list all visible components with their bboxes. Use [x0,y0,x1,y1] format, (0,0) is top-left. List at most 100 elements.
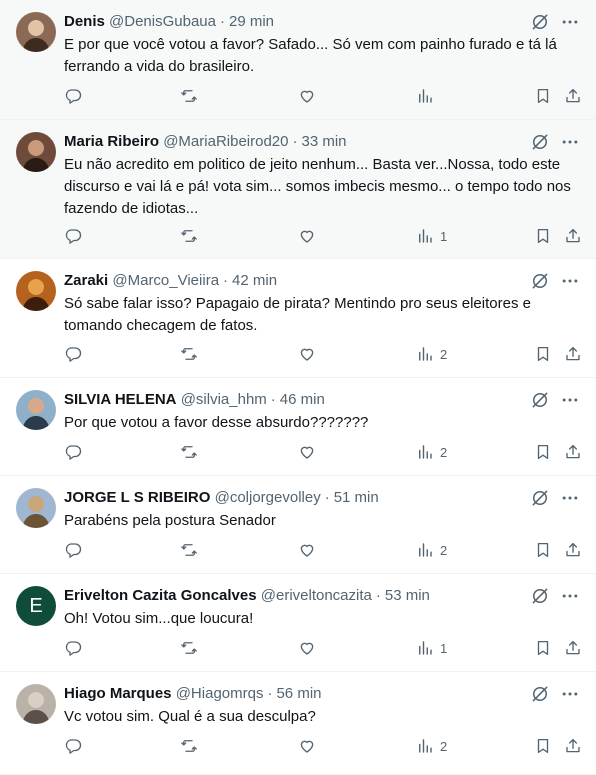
more-icon[interactable] [560,271,580,291]
author-name[interactable]: JORGE L S RIBEIRO [64,489,210,506]
timestamp[interactable]: 51 min [334,489,379,506]
reply-button[interactable] [64,226,82,246]
author-name[interactable]: Maria Ribeiro [64,133,159,150]
more-icon[interactable] [560,12,580,32]
bookmark-icon [534,345,552,363]
like-button[interactable] [298,540,316,560]
reply-button[interactable] [64,86,82,106]
bookmark-button[interactable] [534,442,552,462]
timestamp[interactable]: 33 min [301,133,346,150]
like-button[interactable] [298,638,316,658]
views-button[interactable]: 1 [416,226,447,246]
author-handle[interactable]: @DenisGubaua [109,13,216,30]
more-icon[interactable] [560,586,580,606]
views-button[interactable] [416,86,434,106]
grok-icon[interactable] [530,684,550,704]
grok-icon[interactable] [530,12,550,32]
author-name[interactable]: Denis [64,13,105,30]
views-button[interactable]: 2 [416,736,447,756]
tweet[interactable]: E Erivelton Cazita Goncalves @eriveltonca… [0,574,596,672]
author-name[interactable]: Hiago Marques [64,685,172,702]
share-button[interactable] [564,86,582,106]
bookmark-button[interactable] [534,736,552,756]
bookmark-button[interactable] [534,344,552,364]
tweet[interactable]: JORGE L S RIBEIRO @coljorgevolley · 51 min… [0,476,596,574]
timestamp[interactable]: 56 min [276,685,321,702]
avatar[interactable]: E [16,586,56,626]
more-icon[interactable] [560,684,580,704]
tweet[interactable]: SILVIA HELENA @silvia_hhm · 46 min Por que … [0,378,596,476]
share-button[interactable] [564,226,582,246]
author-handle[interactable]: @MariaRibeirod20 [163,133,288,150]
like-button[interactable] [298,226,316,246]
bookmark-button[interactable] [534,226,552,246]
avatar[interactable] [16,684,56,724]
author-name[interactable]: Erivelton Cazita Goncalves [64,587,257,604]
timestamp[interactable]: 42 min [232,272,277,289]
reply-button[interactable] [64,344,82,364]
avatar[interactable] [16,12,56,52]
bookmark-button[interactable] [534,540,552,560]
bookmark-button[interactable] [534,86,552,106]
author-handle[interactable]: @silvia_hhm [181,391,267,408]
like-button[interactable] [298,86,316,106]
grok-icon[interactable] [530,271,550,291]
avatar[interactable] [16,132,56,172]
timestamp[interactable]: 46 min [280,391,325,408]
views-icon [416,345,434,363]
author-name[interactable]: Zaraki [64,272,108,289]
author-handle[interactable]: @Hiagomrqs [176,685,264,702]
more-icon[interactable] [560,488,580,508]
grok-icon[interactable] [530,586,550,606]
reply-button[interactable] [64,638,82,658]
tweet-actions: 1 [64,638,580,658]
reply-button[interactable] [64,442,82,462]
tweet-actions: 2 [64,442,580,462]
retweet-button[interactable] [180,86,198,106]
tweet-actions: 2 [64,736,580,756]
tweet[interactable]: Maria Ribeiro @MariaRibeirod20 · 33 min Eu … [0,120,596,259]
grok-icon[interactable] [530,488,550,508]
reply-button[interactable] [64,540,82,560]
retweet-button[interactable] [180,442,198,462]
grok-icon[interactable] [530,132,550,152]
share-button[interactable] [564,540,582,560]
more-icon[interactable] [560,132,580,152]
share-button[interactable] [564,638,582,658]
timestamp[interactable]: 53 min [385,587,430,604]
avatar[interactable] [16,488,56,528]
like-button[interactable] [298,442,316,462]
views-button[interactable]: 2 [416,540,447,560]
more-icon[interactable] [560,390,580,410]
views-count: 1 [440,228,448,244]
reply-button[interactable] [64,736,82,756]
tweet[interactable]: Zaraki @Marco_Vieiira · 42 min Só sabe fala… [0,259,596,378]
share-button[interactable] [564,736,582,756]
author-handle[interactable]: @Marco_Vieiira [112,272,219,289]
views-button[interactable]: 2 [416,442,447,462]
views-button[interactable]: 2 [416,344,447,364]
reply-icon [64,345,82,363]
like-button[interactable] [298,344,316,364]
views-count: 1 [440,640,448,656]
retweet-button[interactable] [180,344,198,364]
like-button[interactable] [298,736,316,756]
timestamp[interactable]: 29 min [229,13,274,30]
tweet[interactable]: Denis @DenisGubaua · 29 min E por que você … [0,0,596,120]
author-name[interactable]: SILVIA HELENA [64,391,177,408]
views-button[interactable]: 1 [416,638,447,658]
grok-icon[interactable] [530,390,550,410]
tweet[interactable]: Hiago Marques @Hiagomrqs · 56 min Vc votou … [0,672,596,775]
avatar[interactable] [16,271,56,311]
share-button[interactable] [564,442,582,462]
bookmark-button[interactable] [534,638,552,658]
avatar[interactable] [16,390,56,430]
retweet-button[interactable] [180,638,198,658]
retweet-button[interactable] [180,736,198,756]
retweet-button[interactable] [180,226,198,246]
share-button[interactable] [564,344,582,364]
retweet-button[interactable] [180,540,198,560]
retweet-icon [180,227,198,245]
author-handle[interactable]: @coljorgevolley [215,489,321,506]
author-handle[interactable]: @eriveltoncazita [261,587,372,604]
